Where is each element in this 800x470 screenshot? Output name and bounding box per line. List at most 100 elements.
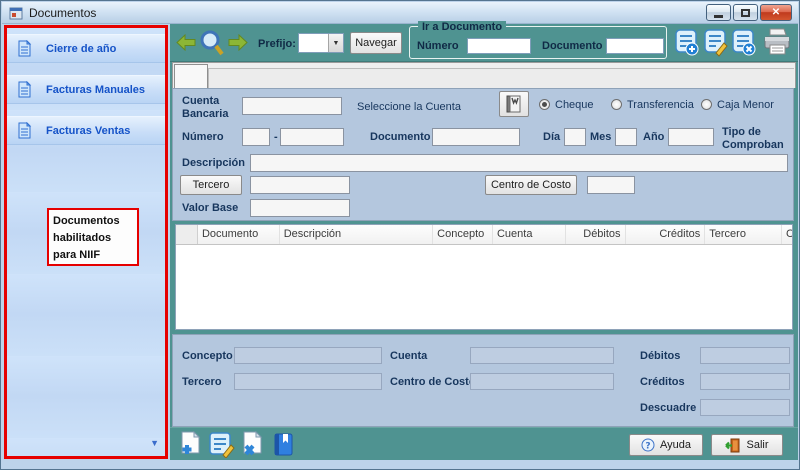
cheque-radio-label: Cheque	[555, 99, 594, 111]
col-concepto: Concepto	[433, 225, 493, 244]
row-selector-header	[176, 225, 198, 244]
chevron-down-icon: ▼	[328, 34, 343, 52]
numero-input[interactable]	[280, 128, 344, 146]
tercero-input[interactable]	[250, 176, 350, 194]
sidebar-item-facturas-ventas[interactable]: Facturas Ventas	[7, 116, 165, 145]
ledger-book-icon[interactable]	[274, 433, 294, 456]
prefijo-value	[299, 34, 328, 52]
top-toolbar: Prefijo: ▼ Navegar Ir a Documento Número…	[170, 24, 798, 62]
transferencia-radio[interactable]	[611, 99, 622, 110]
sidebar-item-facturas-manuales[interactable]: Facturas Manuales	[7, 75, 165, 104]
add-document-icon[interactable]	[675, 29, 699, 57]
titlebar: Documentos ✕	[2, 2, 798, 24]
tab-strip-filler	[208, 68, 794, 89]
centro-de-costo-input[interactable]	[587, 176, 635, 194]
totals-tercero-field	[234, 373, 382, 390]
descripcion-input[interactable]	[250, 154, 788, 172]
mes-label: Mes	[590, 131, 611, 143]
svg-text:?: ?	[645, 442, 650, 452]
cuenta-bancaria-label: Cuenta Bancaria	[182, 95, 240, 121]
totals-debitos-field	[700, 347, 790, 364]
caja-menor-radio[interactable]	[701, 99, 712, 110]
edit-record-icon[interactable]	[209, 431, 235, 458]
delete-document-icon[interactable]	[732, 29, 756, 57]
tab-blank[interactable]	[174, 64, 208, 88]
delete-record-icon[interactable]	[241, 431, 265, 458]
exit-door-icon	[725, 438, 740, 453]
print-icon[interactable]	[762, 28, 792, 56]
totals-descuadre-field	[700, 399, 790, 416]
window-title: Documentos	[29, 6, 96, 20]
close-button[interactable]: ✕	[760, 4, 792, 21]
col-documento: Documento	[198, 225, 280, 244]
window-controls: ✕	[706, 4, 792, 21]
sidebar-item-label: Facturas Manuales	[46, 84, 145, 96]
anio-label: Año	[643, 131, 664, 143]
totals-debitos-label: Débitos	[640, 350, 680, 362]
ayuda-label: Ayuda	[660, 439, 691, 451]
totals-panel: Concepto Cuenta Débitos Tercero Centro d…	[172, 334, 794, 427]
numero-label: Número	[182, 131, 224, 143]
ir-a-documento-title: Ir a Documento	[418, 21, 506, 33]
edit-document-icon[interactable]	[704, 29, 728, 57]
navigate-back-icon[interactable]	[176, 34, 196, 51]
totals-concepto-field	[234, 347, 382, 364]
main-area: Prefijo: ▼ Navegar Ir a Documento Número…	[170, 24, 798, 460]
table-header: Documento Descripción Concepto Cuenta Dé…	[176, 225, 792, 245]
cheque-radio[interactable]	[539, 99, 550, 110]
help-icon: ?	[641, 438, 655, 452]
new-record-icon[interactable]	[179, 431, 203, 458]
prefijo-label: Prefijo:	[258, 38, 296, 50]
salir-button[interactable]: Salir	[711, 434, 783, 456]
col-creditos: Créditos	[626, 225, 706, 244]
centro-de-costo-button[interactable]: Centro de Costo	[485, 175, 577, 195]
sidebar-item-label: Facturas Ventas	[46, 125, 130, 137]
prefijo-select[interactable]: ▼	[298, 33, 344, 53]
numero-prefix-input[interactable]	[242, 128, 270, 146]
totals-tercero-label: Tercero	[182, 376, 222, 388]
anio-input[interactable]	[668, 128, 714, 146]
sidebar: Cierre de año Facturas Manuales Facturas…	[4, 25, 168, 459]
transferencia-radio-label: Transferencia	[627, 99, 694, 111]
totals-cuenta-field	[470, 347, 614, 364]
mes-input[interactable]	[615, 128, 637, 146]
totals-descuadre-label: Descuadre	[640, 402, 696, 414]
col-tercero: Tercero	[705, 225, 782, 244]
salir-label: Salir	[746, 439, 768, 451]
document-icon	[17, 81, 32, 98]
scroll-down-arrow-icon[interactable]: ▼	[150, 438, 159, 448]
tab-strip	[172, 62, 796, 88]
search-icon[interactable]	[199, 29, 225, 57]
app-icon	[9, 6, 23, 20]
goto-numero-input[interactable]	[467, 38, 531, 54]
caja-menor-radio-label: Caja Menor	[717, 99, 774, 111]
col-c: C	[782, 225, 792, 244]
checkbook-button[interactable]	[499, 91, 529, 117]
minimize-button[interactable]	[706, 4, 731, 21]
maximize-button[interactable]	[733, 4, 758, 21]
dia-label: Día	[543, 131, 560, 143]
bottom-toolbar: ? Ayuda Salir	[170, 427, 798, 460]
col-cuenta: Cuenta	[493, 225, 566, 244]
documents-table[interactable]: Documento Descripción Concepto Cuenta Dé…	[175, 224, 793, 330]
goto-documento-input[interactable]	[606, 38, 664, 54]
ayuda-button[interactable]: ? Ayuda	[629, 434, 703, 456]
navigate-forward-icon[interactable]	[228, 34, 248, 51]
valor-base-input[interactable]	[250, 199, 350, 217]
tercero-button[interactable]: Tercero	[180, 175, 242, 195]
documento-input[interactable]	[432, 128, 520, 146]
sidebar-item-cierre-de-ano[interactable]: Cierre de año	[7, 34, 165, 63]
ir-a-documento-group: Ir a Documento Número Documento	[409, 26, 667, 59]
totals-creditos-label: Créditos	[640, 376, 685, 388]
document-icon	[17, 40, 32, 57]
cuenta-bancaria-input[interactable]	[242, 97, 342, 115]
col-debitos: Débitos	[566, 225, 626, 244]
documento-label: Documento	[370, 131, 431, 143]
navegar-button[interactable]: Navegar	[350, 32, 402, 54]
totals-centro-de-costo-field	[470, 373, 614, 390]
app-window: Documentos ✕ Cierre de año	[0, 0, 800, 470]
seleccione-la-cuenta-text: Seleccione la Cuenta	[357, 101, 461, 113]
dia-input[interactable]	[564, 128, 586, 146]
totals-creditos-field	[700, 373, 790, 390]
totals-centro-de-costo-label: Centro de Costo	[390, 376, 476, 388]
